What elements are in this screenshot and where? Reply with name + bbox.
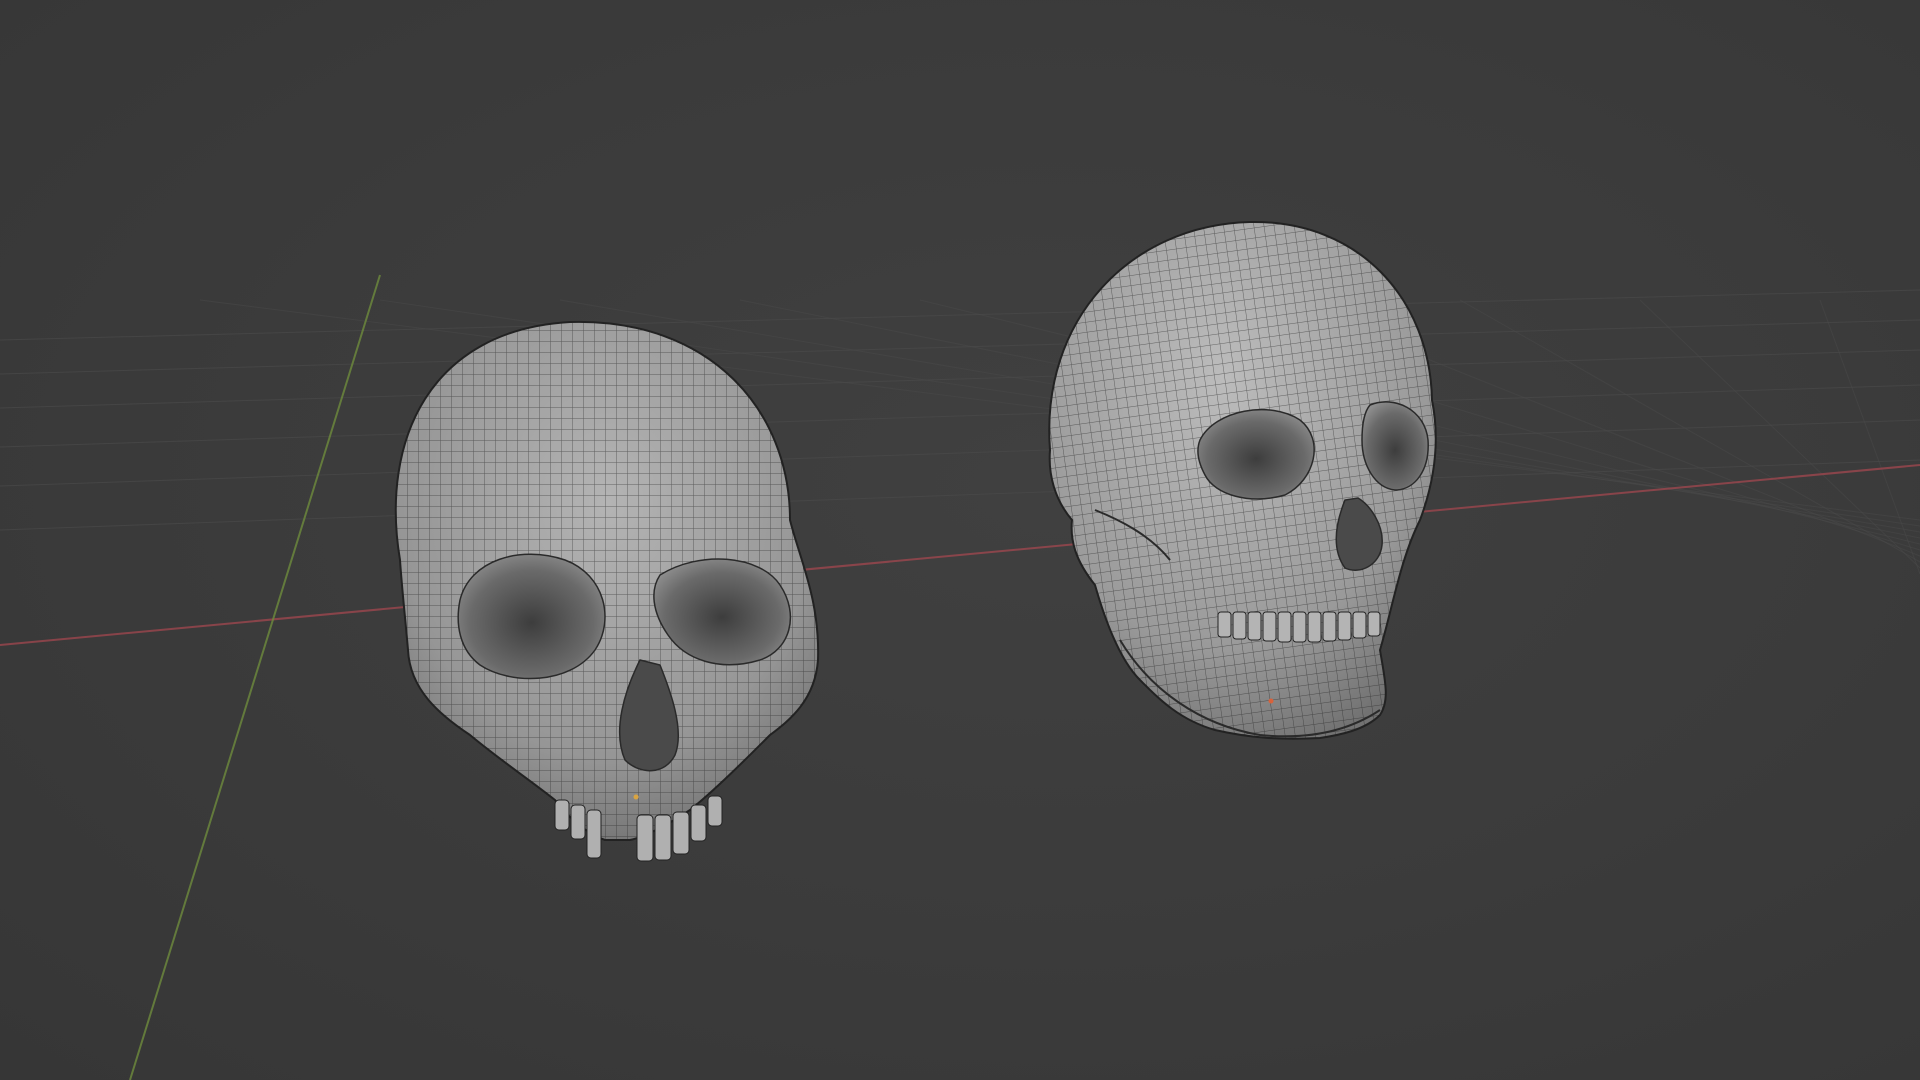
grid-line (0, 289, 1920, 341)
grid-line (0, 459, 1920, 531)
viewport-scene[interactable] (0, 0, 1920, 1080)
skull-upper-cranium[interactable] (394, 320, 820, 862)
grid-line (0, 349, 1920, 409)
selection-marker (1268, 698, 1274, 704)
grid-line (1819, 299, 1920, 575)
grid-line (0, 384, 1920, 448)
grid-line (0, 419, 1920, 487)
selection-marker (633, 794, 639, 800)
viewport-grid (0, 289, 1920, 575)
teeth-row (1217, 611, 1381, 643)
left-eye-socket (457, 553, 606, 680)
x-axis-line (0, 464, 1920, 646)
3d-viewport[interactable] (0, 0, 1920, 1080)
grid-line (1639, 299, 1920, 569)
grid-line (0, 319, 1920, 375)
skull-full-with-jaw[interactable] (1048, 220, 1437, 740)
y-axis-line (129, 274, 381, 1080)
left-eye-socket (1197, 408, 1315, 500)
